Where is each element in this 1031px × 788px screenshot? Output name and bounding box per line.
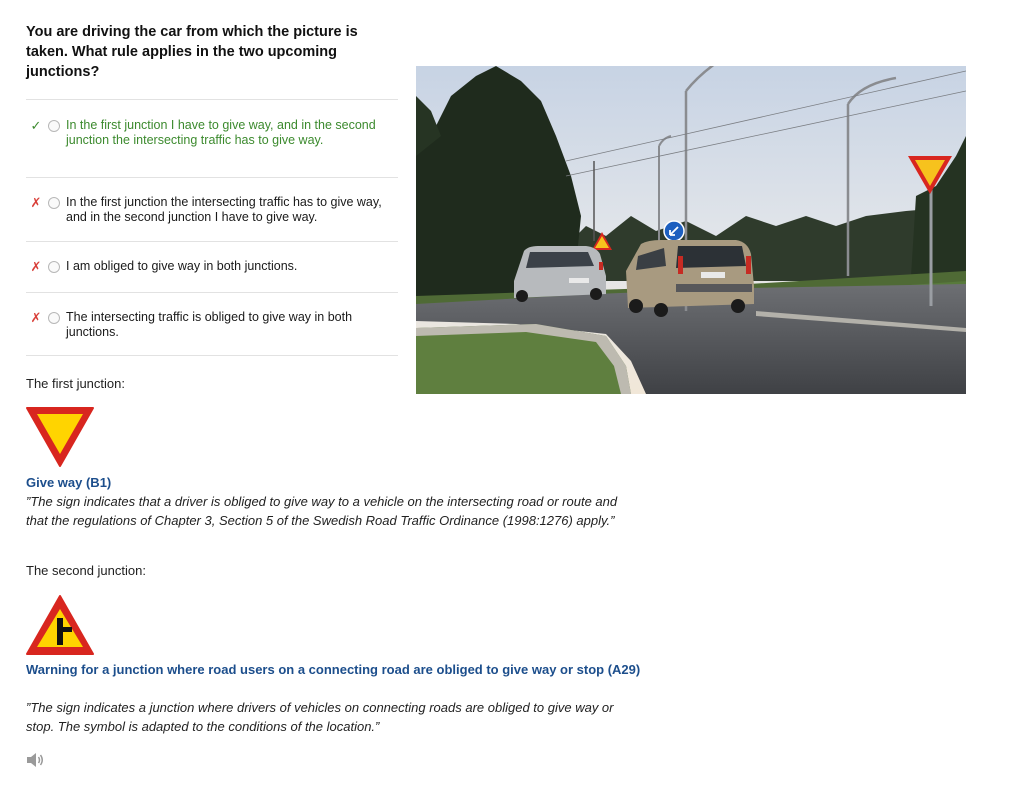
radio-button[interactable] xyxy=(48,312,60,324)
check-icon: ✓ xyxy=(30,118,42,133)
cross-icon: ✗ xyxy=(30,195,42,210)
second-junction-label: The second junction: xyxy=(26,563,146,578)
junction-warning-sign-icon xyxy=(25,594,95,661)
radio-button[interactable] xyxy=(48,261,60,273)
answer-list: ✓ In the first junction I have to give w… xyxy=(26,99,398,356)
question-photo xyxy=(416,66,966,394)
answer-option-2[interactable]: ✗ In the first junction the intersecting… xyxy=(26,177,398,241)
answer-option-4[interactable]: ✗ The intersecting traffic is obliged to… xyxy=(26,292,398,356)
question-text: You are driving the car from which the p… xyxy=(26,24,358,80)
answer-option-3[interactable]: ✗ I am obliged to give way in both junct… xyxy=(26,241,398,292)
give-way-sign-icon xyxy=(25,406,95,473)
speaker-icon[interactable] xyxy=(26,752,44,773)
answer-text: In the first junction the intersecting t… xyxy=(66,195,382,224)
second-sign-quote: ”The sign indicates a junction where dri… xyxy=(26,700,614,734)
radio-button[interactable] xyxy=(48,120,60,132)
answer-option-1[interactable]: ✓ In the first junction I have to give w… xyxy=(26,99,398,177)
radio-button[interactable] xyxy=(48,197,60,209)
cross-icon: ✗ xyxy=(30,310,42,325)
answer-text: In the first junction I have to give way… xyxy=(66,118,376,147)
answer-text: The intersecting traffic is obliged to g… xyxy=(66,310,353,339)
cross-icon: ✗ xyxy=(30,259,42,274)
first-sign-quote: ”The sign indicates that a driver is obl… xyxy=(26,494,618,528)
second-sign-title: Warning for a junction where road users … xyxy=(26,662,641,677)
answer-text: I am obliged to give way in both junctio… xyxy=(66,259,298,273)
first-junction-label: The first junction: xyxy=(26,376,125,391)
first-sign-title: Give way (B1) xyxy=(26,475,112,490)
